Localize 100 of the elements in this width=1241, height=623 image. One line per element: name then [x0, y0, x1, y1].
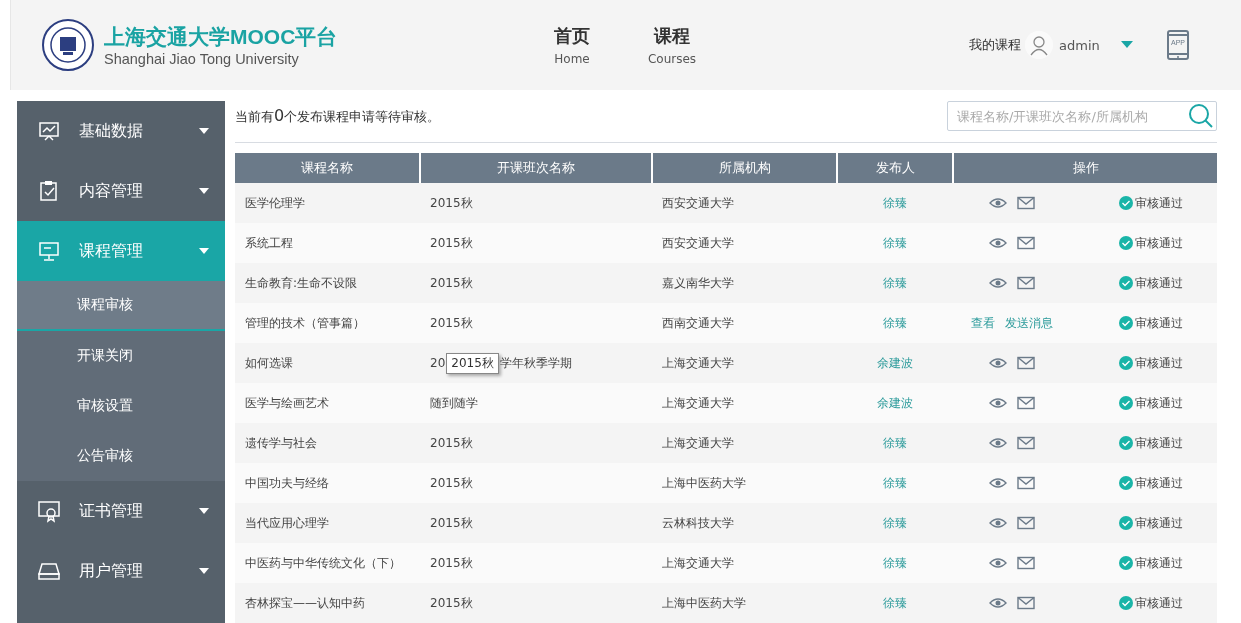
table-cell: 上海中医药大学 [652, 463, 837, 503]
eye-icon[interactable] [989, 596, 1007, 610]
nav-link[interactable]: 首页 Home [542, 23, 602, 67]
status-label: 审核通过 [1135, 554, 1183, 572]
eye-icon[interactable] [989, 396, 1007, 410]
publisher-link[interactable]: 余建波 [877, 355, 913, 370]
table-cell: 西南交通大学 [652, 303, 837, 343]
university-seal-icon [42, 19, 94, 71]
status-label: 审核通过 [1135, 394, 1183, 412]
eye-icon[interactable] [989, 476, 1007, 490]
table-cell: 如何选课 [235, 343, 420, 383]
sidebar-subitem[interactable]: 开课关闭 [17, 331, 225, 381]
site-subtitle: Shanghai Jiao Tong University [104, 51, 300, 67]
table-cell: 2015秋 [420, 183, 652, 223]
column-header: 所属机构 [652, 153, 837, 183]
eye-icon[interactable] [989, 236, 1007, 250]
table-cell: 学年秋季学期 [499, 355, 572, 370]
publisher-link[interactable]: 徐臻 [883, 515, 907, 530]
tooltip: 2015秋 [446, 352, 499, 374]
status-label: 审核通过 [1135, 314, 1183, 332]
column-header: 发布人 [837, 153, 953, 183]
caret-icon [199, 248, 209, 254]
envelope-icon[interactable] [1017, 596, 1035, 610]
publisher-link[interactable]: 徐臻 [883, 475, 907, 490]
eye-icon[interactable] [989, 556, 1007, 570]
sidebar-subitem[interactable]: 审核设置 [17, 381, 225, 431]
envelope-icon[interactable] [1017, 276, 1035, 290]
view-link[interactable]: 查看 [971, 314, 995, 332]
publisher-link[interactable]: 徐臻 [883, 595, 907, 610]
pending-notice: 当前有0个发布课程申请等待审核。 [235, 106, 441, 126]
table-cell: 嘉义南华大学 [652, 263, 837, 303]
column-header: 课程名称 [235, 153, 420, 183]
eye-icon[interactable] [989, 196, 1007, 210]
status-label: 审核通过 [1135, 194, 1183, 212]
check-icon [1119, 596, 1133, 610]
envelope-icon[interactable] [1017, 436, 1035, 450]
publisher-link[interactable]: 徐臻 [883, 235, 907, 250]
table-cell: 系统工程 [235, 223, 420, 263]
sidebar-item[interactable]: 课程管理 [17, 221, 225, 281]
table-cell: 2015秋 [420, 503, 652, 543]
status-label: 审核通过 [1135, 274, 1183, 292]
table-cell: 上海交通大学 [652, 343, 837, 383]
chart-icon [37, 119, 61, 143]
search-icon[interactable] [1188, 103, 1214, 129]
publisher-link[interactable]: 徐臻 [883, 555, 907, 570]
table-cell: 生命教育:生命不设限 [235, 263, 420, 303]
check-icon [1119, 276, 1133, 290]
table-cell: 2015秋 [420, 543, 652, 583]
envelope-icon[interactable] [1017, 356, 1035, 370]
caret-icon [199, 188, 209, 194]
table-cell: 上海交通大学 [652, 543, 837, 583]
table-cell: 云林科技大学 [652, 503, 837, 543]
table-cell: 中国功夫与经络 [235, 463, 420, 503]
table-cell: 上海中医药大学 [652, 583, 837, 623]
envelope-icon[interactable] [1017, 236, 1035, 250]
publisher-link[interactable]: 徐臻 [883, 195, 907, 210]
caret-icon [199, 508, 209, 514]
board-icon [37, 239, 61, 263]
envelope-icon[interactable] [1017, 196, 1035, 210]
sidebar-subitem[interactable]: 课程审核 [17, 281, 225, 331]
table-cell: 当代应用心理学 [235, 503, 420, 543]
eye-icon[interactable] [989, 276, 1007, 290]
check-icon [1119, 436, 1133, 450]
check-icon [1119, 516, 1133, 530]
publisher-link[interactable]: 徐臻 [883, 315, 907, 330]
my-courses-link[interactable]: 我的课程 [969, 36, 1021, 54]
nav-link[interactable]: 课程 Courses [642, 23, 702, 67]
dropdown-caret-icon[interactable] [1121, 41, 1133, 49]
table-cell: 2015秋 [420, 223, 652, 263]
eye-icon[interactable] [989, 516, 1007, 530]
username[interactable]: admin [1059, 37, 1121, 53]
table-cell: 随到随学 [420, 383, 652, 423]
eye-icon[interactable] [989, 436, 1007, 450]
table-cell: 管理的技术（管事篇） [235, 303, 420, 343]
send-message-link[interactable]: 发送消息 [1005, 314, 1053, 332]
check-icon [1119, 356, 1133, 370]
sidebar-subitem[interactable]: 公告审核 [17, 431, 225, 481]
publisher-link[interactable]: 余建波 [877, 395, 913, 410]
table-cell: 20 [430, 355, 446, 370]
table-cell: 上海交通大学 [652, 423, 837, 463]
publisher-link[interactable]: 徐臻 [883, 275, 907, 290]
table-cell: 上海交通大学 [652, 383, 837, 423]
envelope-icon[interactable] [1017, 396, 1035, 410]
status-label: 审核通过 [1135, 474, 1183, 492]
check-icon [1119, 236, 1133, 250]
table-cell: 中医药与中华传统文化（下） [235, 543, 420, 583]
caret-icon [199, 568, 209, 574]
eye-icon[interactable] [989, 356, 1007, 370]
check-icon [1119, 476, 1133, 490]
envelope-icon[interactable] [1017, 516, 1035, 530]
check-icon [1119, 556, 1133, 570]
status-label: 审核通过 [1135, 234, 1183, 252]
envelope-icon[interactable] [1017, 556, 1035, 570]
search-field[interactable]: 课程名称/开课班次名称/所属机构 [947, 101, 1217, 131]
publisher-link[interactable]: 徐臻 [883, 435, 907, 450]
table-cell: 西安交通大学 [652, 223, 837, 263]
table-cell: 2015秋 [420, 463, 652, 503]
table-cell: 2015秋 [420, 263, 652, 303]
caret-icon [199, 128, 209, 134]
envelope-icon[interactable] [1017, 476, 1035, 490]
